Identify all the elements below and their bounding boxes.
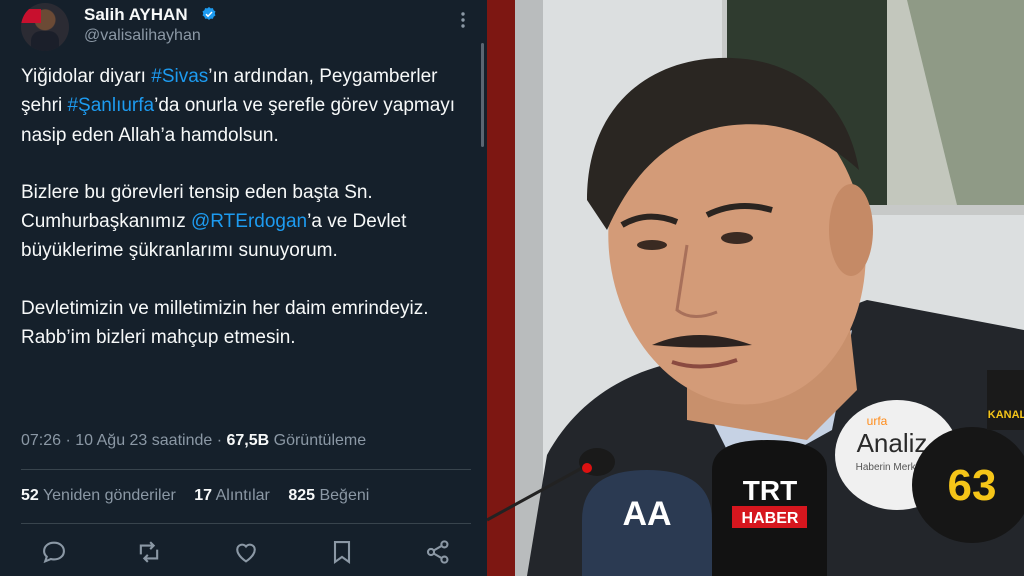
tweet-timestamp[interactable]: 07:26 · 10 Ağu 23 saatinde · bbox=[21, 432, 226, 449]
avatar-figure bbox=[31, 31, 59, 51]
retweet-icon[interactable] bbox=[135, 538, 163, 566]
action-bar bbox=[0, 538, 487, 568]
hashtag-sanliurfa[interactable]: #Şanlıurfa bbox=[67, 95, 154, 116]
aa-logo-text: AA bbox=[622, 495, 671, 533]
kanal63-logo-text: 63 bbox=[948, 461, 997, 510]
hashtag-sivas[interactable]: #Sivas bbox=[151, 66, 208, 87]
news-photo: AA TRT HABER urfa Analiz Haberin Merkezi… bbox=[487, 0, 1024, 576]
tweet-paragraph-2: Bizlere bu görevleri tensip eden başta S… bbox=[21, 178, 471, 266]
likes-stat[interactable]: 825 Beğeni bbox=[288, 487, 369, 504]
engagement-stats: 52 Yeniden gönderiler 17 Alıntılar 825 B… bbox=[21, 487, 383, 505]
stat-count: 825 bbox=[288, 487, 316, 504]
text-span: Yiğidolar diyarı bbox=[21, 66, 152, 87]
stat-count: 52 bbox=[21, 487, 39, 504]
divider bbox=[21, 469, 471, 470]
kanal-text: KANAL bbox=[988, 409, 1024, 421]
tweet-text: Yiğidolar diyarı #Sivas’ın ardından, Pey… bbox=[21, 62, 471, 352]
verified-badge-icon bbox=[202, 7, 216, 20]
quotes-stat[interactable]: 17 Alıntılar bbox=[194, 487, 270, 504]
tweet-card: Salih AYHAN @valisalihayhan Yiğidolar di… bbox=[0, 0, 487, 576]
share-icon[interactable] bbox=[424, 538, 452, 566]
reply-icon[interactable] bbox=[40, 538, 68, 566]
views-count: 67,5B bbox=[226, 432, 270, 449]
reposts-stat[interactable]: 52 Yeniden gönderiler bbox=[21, 487, 176, 504]
trt-logo-text: TRT bbox=[743, 475, 797, 506]
stat-label: Beğeni bbox=[319, 487, 370, 504]
views-label: Görüntüleme bbox=[269, 432, 367, 449]
haber-logo-text: HABER bbox=[742, 510, 799, 527]
tweet-paragraph-1: Yiğidolar diyarı #Sivas’ın ardından, Pey… bbox=[21, 62, 471, 150]
author-handle[interactable]: @valisalihayhan bbox=[84, 27, 201, 45]
more-options-icon[interactable] bbox=[456, 8, 470, 32]
analiz-brand-text: urfa bbox=[867, 414, 888, 428]
author-name[interactable]: Salih AYHAN bbox=[84, 5, 188, 25]
stat-count: 17 bbox=[194, 487, 213, 504]
mention-rterdogan[interactable]: @RTErdogan bbox=[191, 211, 307, 232]
bookmark-icon[interactable] bbox=[328, 538, 356, 566]
scrollbar[interactable] bbox=[481, 43, 484, 147]
stat-label: Alıntılar bbox=[215, 487, 270, 504]
analiz-logo-text: Analiz bbox=[857, 428, 928, 458]
tweet-meta: 07:26 · 10 Ağu 23 saatinde · 67,5B Görün… bbox=[21, 432, 366, 450]
stat-label: Yeniden gönderiler bbox=[42, 487, 176, 504]
press-conference-photo: AA TRT HABER urfa Analiz Haberin Merkezi… bbox=[487, 0, 1024, 576]
divider bbox=[21, 523, 471, 524]
author-avatar[interactable] bbox=[21, 3, 69, 51]
avatar-flag bbox=[21, 9, 41, 23]
tweet-paragraph-3: Devletimizin ve milletimizin her daim em… bbox=[21, 297, 429, 349]
like-icon[interactable] bbox=[232, 538, 260, 566]
